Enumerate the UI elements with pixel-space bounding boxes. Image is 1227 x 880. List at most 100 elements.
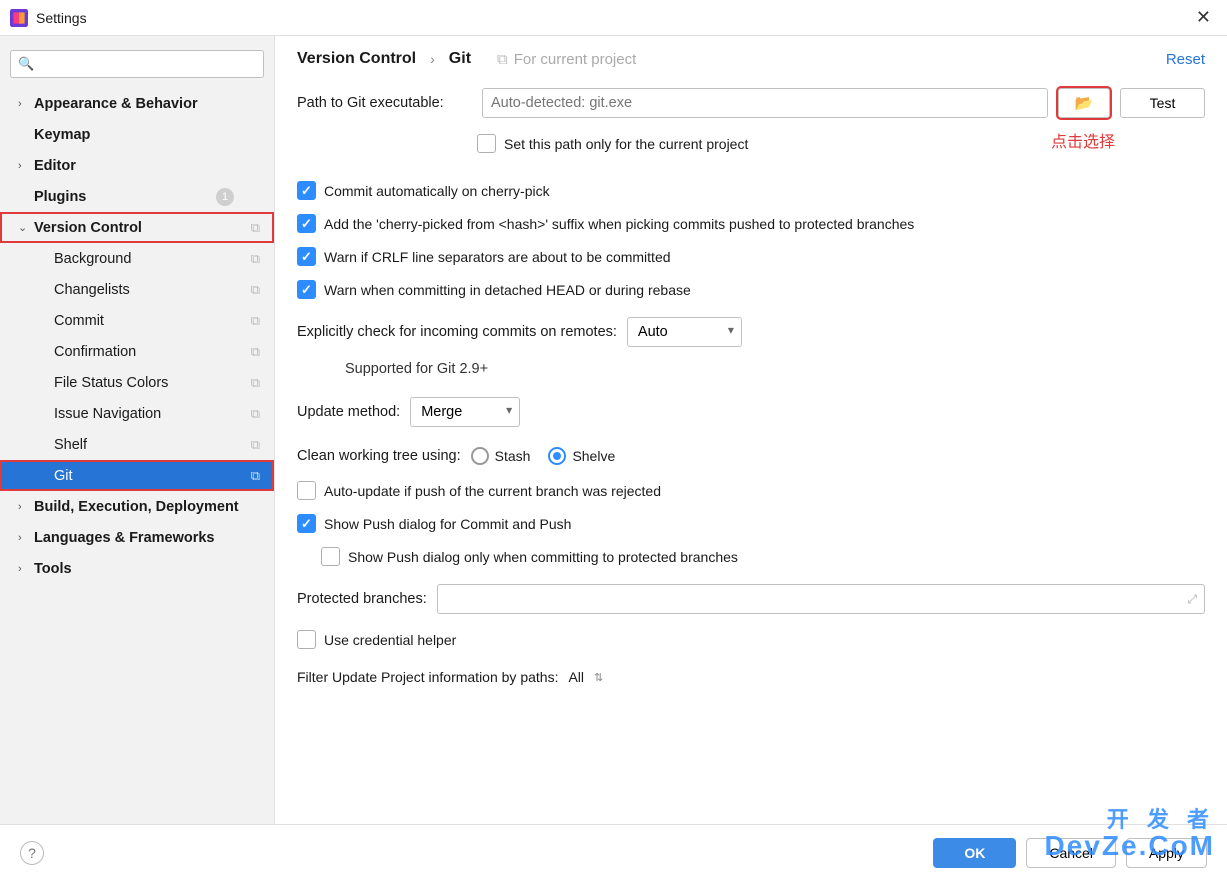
- app-icon: [10, 9, 28, 27]
- copy-icon: ⧉: [251, 344, 260, 360]
- content: Version Control › Git ⧉ For current proj…: [275, 36, 1227, 824]
- autoupdate-checkbox[interactable]: [297, 481, 316, 500]
- tree-item-changelists[interactable]: Changelists ⧉: [0, 274, 274, 305]
- browse-button[interactable]: 📂: [1058, 88, 1110, 118]
- tree-item-file-status-colors[interactable]: File Status Colors ⧉: [0, 367, 274, 398]
- credhelper-checkbox[interactable]: [297, 630, 316, 649]
- tree-label: Issue Navigation: [54, 406, 161, 422]
- chevron-icon: ›: [18, 160, 30, 172]
- copy-icon: ⧉: [251, 220, 260, 236]
- breadcrumb-current: Git: [449, 50, 471, 68]
- stash-label: Stash: [495, 448, 531, 464]
- cherry-pick-checkbox[interactable]: [297, 181, 316, 200]
- explicit-row: Explicitly check for incoming commits on…: [297, 317, 1205, 347]
- folder-icon: 📂: [1075, 94, 1094, 112]
- chevron-icon: ›: [18, 563, 30, 575]
- filter-label: Filter Update Project information by pat…: [297, 669, 558, 685]
- update-method-row: Update method: Merge: [297, 397, 1205, 427]
- expand-icon[interactable]: ⤢: [1187, 592, 1197, 607]
- set-path-current-checkbox[interactable]: [477, 134, 496, 153]
- chevron-icon: ⌄: [18, 221, 30, 234]
- tree-label: Languages & Frameworks: [34, 530, 215, 546]
- tree-item-editor[interactable]: › Editor: [0, 150, 274, 181]
- explicit-label: Explicitly check for incoming commits on…: [297, 324, 617, 340]
- git-path-row: Path to Git executable: 📂 Test: [297, 88, 1205, 118]
- git-path-label: Path to Git executable:: [297, 95, 472, 111]
- tree-item-issue-navigation[interactable]: Issue Navigation ⧉: [0, 398, 274, 429]
- tree-item-build-execution-deployment[interactable]: › Build, Execution, Deployment: [0, 491, 274, 522]
- clean-tree-row: Clean working tree using: Stash Shelve: [297, 447, 1205, 465]
- tree-item-version-control[interactable]: ⌄ Version Control ⧉: [0, 212, 274, 243]
- chevron-right-icon: ›: [430, 51, 435, 67]
- tree-label: Tools: [34, 561, 72, 577]
- stash-radio[interactable]: [471, 447, 489, 465]
- detached-checkbox[interactable]: [297, 280, 316, 299]
- explicit-select[interactable]: Auto: [627, 317, 742, 347]
- tree-item-shelf[interactable]: Shelf⧉: [0, 429, 274, 460]
- copy-icon: ⧉: [251, 437, 260, 453]
- tree-item-tools[interactable]: › Tools: [0, 553, 274, 584]
- tree-label: Confirmation: [54, 344, 136, 360]
- protected-branches-input[interactable]: [437, 584, 1205, 614]
- window-title: Settings: [36, 10, 1190, 26]
- protected-branches-row: Protected branches: ⤢: [297, 584, 1205, 614]
- copy-icon: ⧉: [251, 406, 260, 422]
- titlebar: Settings ✕: [0, 0, 1227, 36]
- chevron-icon: ›: [18, 98, 30, 110]
- apply-button[interactable]: Apply: [1126, 838, 1207, 868]
- copy-icon: ⧉: [251, 251, 260, 267]
- suffix-row: Add the 'cherry-picked from <hash>' suff…: [297, 214, 1205, 233]
- badge: 1: [216, 188, 234, 206]
- help-button[interactable]: ?: [20, 841, 44, 865]
- tree-item-background[interactable]: Background ⧉: [0, 243, 274, 274]
- git29-hint: Supported for Git 2.9+: [345, 361, 1205, 377]
- tree-item-appearance-behavior[interactable]: › Appearance & Behavior: [0, 88, 274, 119]
- tree-label: Build, Execution, Deployment: [34, 499, 239, 515]
- reset-link[interactable]: Reset: [1166, 51, 1205, 68]
- scope-label: ⧉ For current project: [497, 51, 636, 68]
- search-input[interactable]: [10, 50, 264, 78]
- showpush-protected-checkbox[interactable]: [321, 547, 340, 566]
- copy-icon: ⧉: [251, 282, 260, 298]
- ok-button[interactable]: OK: [933, 838, 1016, 868]
- credhelper-label: Use credential helper: [324, 632, 456, 648]
- annotation-text: 点击选择: [1051, 128, 1115, 152]
- filter-value[interactable]: All: [568, 669, 584, 685]
- showpush-checkbox[interactable]: [297, 514, 316, 533]
- crlf-row: Warn if CRLF line separators are about t…: [297, 247, 1205, 266]
- breadcrumb-root[interactable]: Version Control: [297, 50, 416, 68]
- close-icon[interactable]: ✕: [1190, 7, 1217, 28]
- tree-label: Editor: [34, 158, 76, 174]
- tree-item-languages-frameworks[interactable]: › Languages & Frameworks: [0, 522, 274, 553]
- settings-tree: › Appearance & Behavior Keymap › Editor Plugi…: [0, 88, 274, 824]
- tree-label: Plugins: [34, 189, 86, 205]
- protected-branches-label: Protected branches:: [297, 591, 427, 607]
- crlf-checkbox[interactable]: [297, 247, 316, 266]
- search-wrap: 🔍: [0, 46, 274, 88]
- tree-item-keymap[interactable]: Keymap: [0, 119, 274, 150]
- tree-item-git[interactable]: Git⧉: [0, 460, 274, 491]
- autoupdate-label: Auto-update if push of the current branc…: [324, 483, 661, 499]
- chevron-icon: ›: [18, 501, 30, 513]
- suffix-checkbox[interactable]: [297, 214, 316, 233]
- test-button[interactable]: Test: [1120, 88, 1205, 118]
- tree-label: Version Control: [34, 220, 142, 236]
- update-method-select[interactable]: Merge: [410, 397, 520, 427]
- chevron-icon: ›: [18, 532, 30, 544]
- tree-label: Appearance & Behavior: [34, 96, 198, 112]
- tree-item-commit[interactable]: Commit⧉: [0, 305, 274, 336]
- updown-icon[interactable]: ⇅: [594, 671, 603, 684]
- shelve-radio[interactable]: [548, 447, 566, 465]
- update-method-label: Update method:: [297, 404, 400, 420]
- git-path-input[interactable]: [482, 88, 1048, 118]
- tree-item-confirmation[interactable]: Confirmation ⧉: [0, 336, 274, 367]
- cherry-pick-label: Commit automatically on cherry-pick: [324, 183, 550, 199]
- tree-label: Background: [54, 251, 131, 267]
- tree-item-plugins[interactable]: Plugins 1: [0, 181, 274, 212]
- clean-tree-label: Clean working tree using:: [297, 448, 461, 464]
- tree-label: Changelists: [54, 282, 130, 298]
- detached-row: Warn when committing in detached HEAD or…: [297, 280, 1205, 299]
- cancel-button[interactable]: Cancel: [1026, 838, 1116, 868]
- copy-icon: ⧉: [251, 375, 260, 391]
- tree-label: File Status Colors: [54, 375, 168, 391]
